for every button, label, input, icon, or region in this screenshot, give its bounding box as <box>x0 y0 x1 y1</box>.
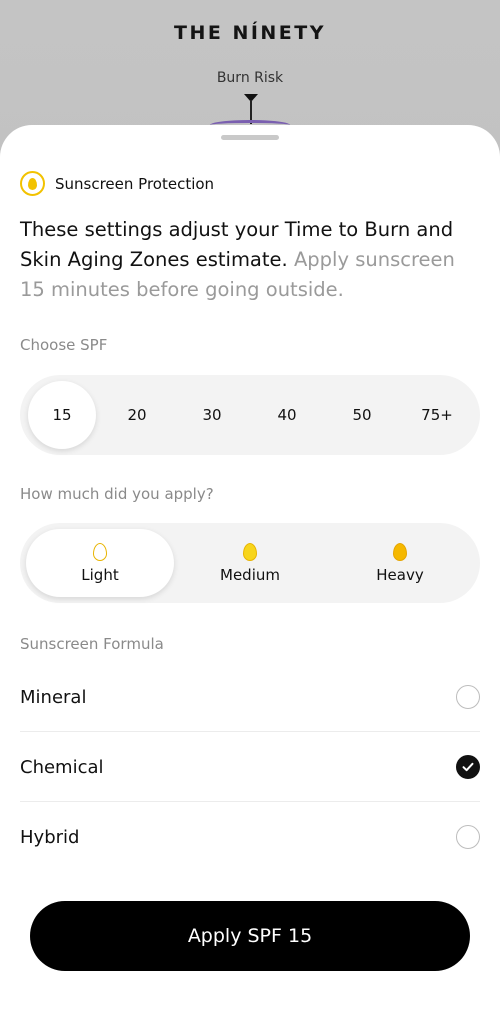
formula-option-chemical[interactable]: Chemical <box>0 732 500 802</box>
spf-selector: 15 20 30 40 50 75+ <box>20 375 480 455</box>
burn-risk-label: Burn Risk <box>216 70 284 86</box>
medium-drop-icon <box>243 542 257 561</box>
background-app-header: THE NÍNETY Burn Risk <box>0 0 500 140</box>
light-drop-icon <box>93 542 107 561</box>
checkmark-icon <box>462 762 474 772</box>
amount-option-light[interactable]: Light <box>26 529 174 597</box>
spf-option-15[interactable]: 15 <box>28 381 96 449</box>
description-text: These settings adjust your Time to Burn … <box>20 215 480 305</box>
apply-spf-button[interactable]: Apply SPF 15 <box>30 901 470 971</box>
heavy-drop-icon <box>393 542 407 561</box>
spf-option-20[interactable]: 20 <box>103 381 171 449</box>
sunscreen-drop-icon <box>20 171 45 196</box>
sheet-drag-handle[interactable] <box>221 135 279 140</box>
amount-option-label: Light <box>81 565 119 584</box>
formula-option-hybrid[interactable]: Hybrid <box>0 802 500 872</box>
radio-checked-icon[interactable] <box>456 755 480 779</box>
spf-option-50[interactable]: 50 <box>328 381 396 449</box>
radio-unchecked-icon[interactable] <box>456 685 480 709</box>
amount-label: How much did you apply? <box>20 485 214 503</box>
formula-label: Sunscreen Formula <box>20 635 164 653</box>
app-logo: THE NÍNETY <box>173 22 327 44</box>
formula-name: Mineral <box>20 686 87 708</box>
amount-option-label: Heavy <box>376 565 424 584</box>
radio-unchecked-icon[interactable] <box>456 825 480 849</box>
formula-option-mineral[interactable]: Mineral <box>0 662 500 732</box>
amount-selector: Light Medium Heavy <box>20 523 480 603</box>
amount-option-medium[interactable]: Medium <box>176 529 324 597</box>
section-header: Sunscreen Protection <box>20 171 214 196</box>
section-title: Sunscreen Protection <box>55 174 215 193</box>
spf-label: Choose SPF <box>20 336 108 354</box>
amount-option-label: Medium <box>220 565 280 584</box>
spf-option-30[interactable]: 30 <box>178 381 246 449</box>
spf-option-75-plus[interactable]: 75+ <box>403 381 471 449</box>
amount-option-heavy[interactable]: Heavy <box>326 529 474 597</box>
formula-name: Chemical <box>20 756 104 778</box>
sunscreen-bottom-sheet: Sunscreen Protection These settings adju… <box>0 125 500 1023</box>
formula-name: Hybrid <box>20 826 80 848</box>
spf-option-40[interactable]: 40 <box>253 381 321 449</box>
